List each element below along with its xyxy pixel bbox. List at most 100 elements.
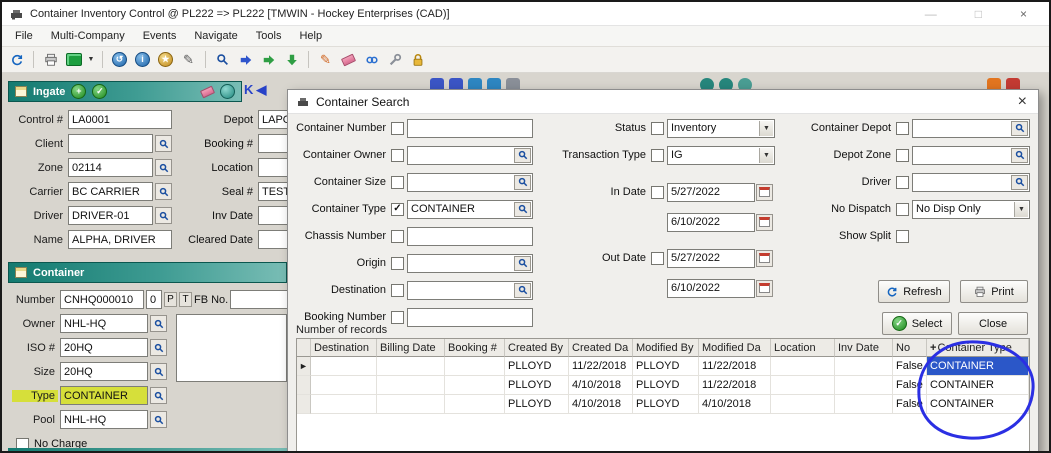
- seal-input[interactable]: TEST: [258, 182, 287, 201]
- grid-cell[interactable]: [835, 376, 893, 395]
- size-lookup-button[interactable]: [150, 363, 167, 380]
- p-toggle[interactable]: P: [164, 292, 177, 307]
- calendar-icon[interactable]: [756, 280, 773, 297]
- grid-cell[interactable]: 11/22/2018: [699, 357, 771, 376]
- grid-col-no[interactable]: No: [893, 339, 927, 357]
- dialog-close-button[interactable]: ×: [1016, 94, 1029, 110]
- dialog-driver-lookup-button[interactable]: [1011, 175, 1028, 190]
- add-icon[interactable]: +: [71, 84, 86, 99]
- menu-item-events[interactable]: Events: [134, 30, 186, 42]
- grid-col-created-by[interactable]: Created By: [505, 339, 569, 357]
- arrow-down-green-icon[interactable]: [281, 49, 302, 70]
- container-owner-checkbox[interactable]: [391, 149, 404, 162]
- container-number-input[interactable]: [407, 119, 533, 138]
- t-toggle[interactable]: T: [179, 292, 192, 307]
- destination-lookup-button[interactable]: [514, 283, 531, 298]
- print-button[interactable]: Print: [960, 280, 1028, 303]
- owner-input[interactable]: NHL-HQ: [60, 314, 148, 333]
- links-icon[interactable]: [361, 49, 382, 70]
- wrench-icon[interactable]: [384, 49, 405, 70]
- carrier-input[interactable]: BC CARRIER: [68, 182, 153, 201]
- carrier-lookup-button[interactable]: [155, 183, 172, 200]
- calendar-icon[interactable]: [756, 250, 773, 267]
- grid-cell[interactable]: PLLOYD: [633, 376, 699, 395]
- menu-item-help[interactable]: Help: [290, 30, 331, 42]
- container-depot-checkbox[interactable]: [896, 122, 909, 135]
- grid-cell[interactable]: False: [893, 395, 927, 414]
- row-selector[interactable]: ►: [297, 357, 311, 376]
- inv-date-input[interactable]: [258, 206, 287, 225]
- history-icon[interactable]: ↺: [109, 49, 130, 70]
- status-select[interactable]: Inventory▼: [667, 119, 775, 138]
- calendar-icon[interactable]: [756, 214, 773, 231]
- destination-input[interactable]: [407, 281, 533, 300]
- chevron-down-icon[interactable]: ▼: [759, 121, 773, 136]
- container-depot-input[interactable]: [912, 119, 1030, 138]
- grid-cell[interactable]: CONTAINER: [927, 395, 1029, 414]
- destination-checkbox[interactable]: [391, 284, 404, 297]
- container-owner-input[interactable]: [407, 146, 533, 165]
- screen-select-icon[interactable]: [63, 49, 84, 70]
- size-input[interactable]: 20HQ: [60, 362, 148, 381]
- status-checkbox[interactable]: [651, 122, 664, 135]
- menu-item-tools[interactable]: Tools: [247, 30, 291, 42]
- grid-col-destination[interactable]: Destination: [311, 339, 377, 357]
- iso-input[interactable]: 20HQ: [60, 338, 148, 357]
- grid-selector-header[interactable]: [297, 339, 311, 357]
- grid-cell[interactable]: [445, 395, 505, 414]
- grid-cell[interactable]: False: [893, 357, 927, 376]
- iso-lookup-button[interactable]: [150, 339, 167, 356]
- in-date-from-input[interactable]: 5/27/2022: [667, 183, 755, 202]
- dialog-driver-checkbox[interactable]: [896, 176, 909, 189]
- no-dispatch-checkbox[interactable]: [896, 203, 909, 216]
- transaction-type-checkbox[interactable]: [651, 149, 664, 162]
- chassis-number-checkbox[interactable]: [391, 230, 404, 243]
- container-type-input[interactable]: CONTAINER: [407, 200, 533, 219]
- container-aux-input[interactable]: 0: [146, 290, 162, 309]
- menu-item-navigate[interactable]: Navigate: [185, 30, 246, 42]
- grid-col-modified-date[interactable]: Modified Da: [699, 339, 771, 357]
- container-depot-lookup-button[interactable]: [1011, 121, 1028, 136]
- container-number-input[interactable]: CNHQ000010: [60, 290, 144, 309]
- container-number-checkbox[interactable]: [391, 122, 404, 135]
- zone-lookup-button[interactable]: [155, 159, 172, 176]
- grid-cell[interactable]: [311, 376, 377, 395]
- screen-dropdown-caret-icon[interactable]: ▼: [86, 56, 96, 63]
- grid-cell[interactable]: [771, 395, 835, 414]
- type-input[interactable]: CONTAINER: [60, 386, 148, 405]
- out-date-from-input[interactable]: 5/27/2022: [667, 249, 755, 268]
- close-button[interactable]: ×: [1020, 7, 1027, 21]
- search-icon[interactable]: [212, 49, 233, 70]
- grid-cell[interactable]: [445, 357, 505, 376]
- grid-cell[interactable]: CONTAINER: [927, 376, 1029, 395]
- arrow-right-blue-icon[interactable]: [235, 49, 256, 70]
- no-dispatch-select[interactable]: No Disp Only▼: [912, 200, 1030, 219]
- pool-lookup-button[interactable]: [150, 411, 167, 428]
- in-date-checkbox[interactable]: [651, 186, 664, 199]
- refresh-icon[interactable]: [6, 49, 27, 70]
- grid-cell-selected[interactable]: CONTAINER: [927, 357, 1029, 376]
- type-lookup-button[interactable]: [150, 387, 167, 404]
- container-type-lookup-button[interactable]: [514, 202, 531, 217]
- chassis-number-input[interactable]: [407, 227, 533, 246]
- grid-col-booking[interactable]: Booking #: [445, 339, 505, 357]
- chevron-down-icon[interactable]: ▼: [1014, 202, 1028, 217]
- origin-checkbox[interactable]: [391, 257, 404, 270]
- container-size-checkbox[interactable]: [391, 176, 404, 189]
- grid-cell[interactable]: [445, 376, 505, 395]
- driver-input[interactable]: DRIVER-01: [68, 206, 153, 225]
- lock-icon[interactable]: [407, 49, 428, 70]
- grid-cell[interactable]: PLLOYD: [505, 395, 569, 414]
- grid-cell[interactable]: 11/22/2018: [569, 357, 633, 376]
- depot-zone-input[interactable]: [912, 146, 1030, 165]
- transaction-type-select[interactable]: IG▼: [667, 146, 775, 165]
- in-date-to-input[interactable]: 6/10/2022: [667, 213, 755, 232]
- fb-no-input[interactable]: [230, 290, 287, 309]
- driver-lookup-button[interactable]: [155, 207, 172, 224]
- grid-cell[interactable]: 4/10/2018: [699, 395, 771, 414]
- grid-cell[interactable]: 4/10/2018: [569, 395, 633, 414]
- pencil-icon[interactable]: ✎: [178, 49, 199, 70]
- grid-col-container-type[interactable]: +Container Type: [927, 339, 1029, 357]
- grid-cell[interactable]: PLLOYD: [633, 357, 699, 376]
- notes-box[interactable]: [176, 314, 287, 382]
